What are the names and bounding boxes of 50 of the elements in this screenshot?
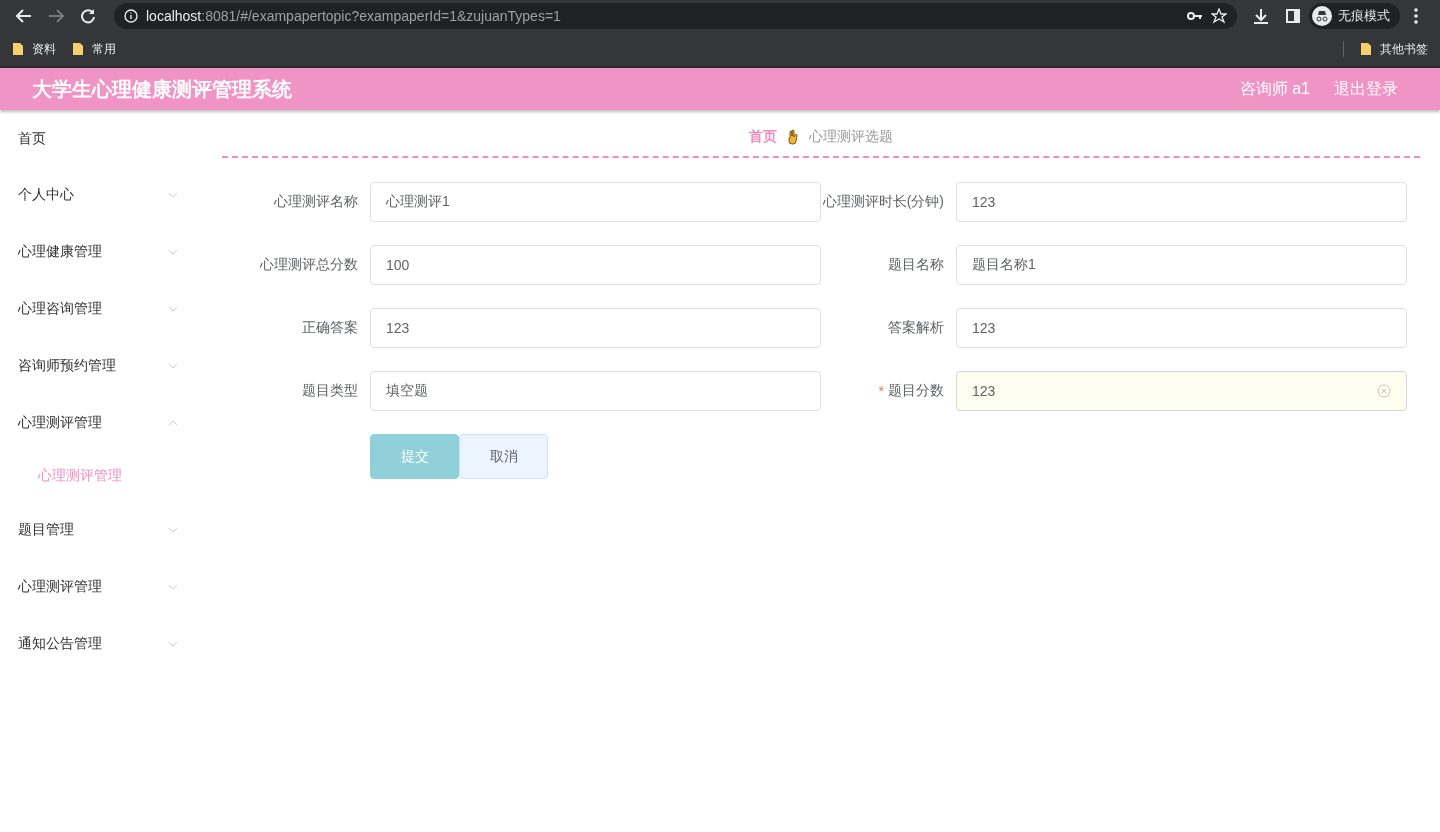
field-label: 心理测评时长(分钟) bbox=[822, 193, 944, 211]
sidebar-item[interactable]: 通知公告管理 bbox=[0, 615, 200, 672]
info-icon bbox=[124, 9, 138, 23]
side-panel-icon[interactable] bbox=[1286, 9, 1300, 23]
key-icon[interactable] bbox=[1187, 11, 1203, 21]
sidebar-item[interactable]: 个人中心 bbox=[0, 166, 200, 223]
breadcrumb-current: 心理测评选题 bbox=[809, 128, 893, 146]
field-label: 正确答案 bbox=[302, 319, 358, 337]
input-field[interactable]: 123 bbox=[956, 308, 1407, 348]
folder-icon bbox=[1360, 42, 1372, 56]
field-label: 答案解析 bbox=[888, 319, 944, 337]
forward-icon[interactable] bbox=[48, 9, 64, 23]
address-bar[interactable]: localhost:8081/#/exampapertopic?exampaperId=1&zujuanTypes=1 bbox=[114, 3, 1237, 29]
field-label: 心理测评总分数 bbox=[260, 256, 358, 274]
more-menu-icon[interactable] bbox=[1414, 8, 1418, 24]
bookmark-folder[interactable]: 资料 bbox=[12, 40, 56, 58]
input-field[interactable]: 123 bbox=[956, 371, 1407, 411]
field-label: 题目类型 bbox=[302, 382, 358, 400]
hand-icon bbox=[787, 129, 799, 145]
cancel-button[interactable]: 取消 bbox=[459, 434, 548, 479]
input-field[interactable]: 123 bbox=[370, 308, 821, 348]
other-bookmarks-folder[interactable]: 其他书签 bbox=[1360, 40, 1428, 58]
field-label: 心理测评名称 bbox=[274, 193, 358, 211]
sidebar-item[interactable]: 心理健康管理 bbox=[0, 223, 200, 280]
field-label: 题目分数 bbox=[888, 382, 944, 400]
reload-icon[interactable] bbox=[80, 8, 96, 24]
input-field[interactable]: 填空题 bbox=[370, 371, 821, 411]
incognito-profile-button[interactable]: 无痕模式 bbox=[1309, 3, 1400, 29]
sidebar-item[interactable]: 咨询师预约管理 bbox=[0, 337, 200, 394]
bookmark-folder[interactable]: 常用 bbox=[72, 40, 116, 58]
required-asterisk: * bbox=[878, 383, 884, 399]
star-icon[interactable] bbox=[1211, 8, 1227, 24]
field-label: 题目名称 bbox=[888, 256, 944, 274]
input-field[interactable]: 心理测评1 bbox=[370, 182, 821, 222]
sidebar-item[interactable]: 心理测评管理 bbox=[0, 558, 200, 615]
input-field[interactable]: 100 bbox=[370, 245, 821, 285]
sidebar-item[interactable]: 首页 bbox=[0, 110, 200, 166]
user-name: 咨询师 a1 bbox=[1239, 78, 1310, 99]
url-text: localhost:8081/#/exampapertopic?exampaperId=1&zujuanTypes=1 bbox=[146, 8, 562, 24]
app-title: 大学生心理健康测评管理系统 bbox=[32, 76, 293, 102]
folder-icon bbox=[12, 42, 24, 56]
folder-icon bbox=[72, 42, 84, 56]
input-field[interactable]: 题目名称1 bbox=[956, 245, 1407, 285]
input-field[interactable]: 123 bbox=[956, 182, 1407, 222]
sidebar-item[interactable]: 题目管理 bbox=[0, 501, 200, 558]
sidebar-item[interactable]: 心理测评管理 bbox=[0, 394, 200, 451]
download-icon[interactable] bbox=[1253, 8, 1269, 24]
back-icon[interactable] bbox=[16, 9, 32, 23]
sidebar-item[interactable]: 心理咨询管理 bbox=[0, 280, 200, 337]
incognito-icon bbox=[1312, 6, 1332, 26]
